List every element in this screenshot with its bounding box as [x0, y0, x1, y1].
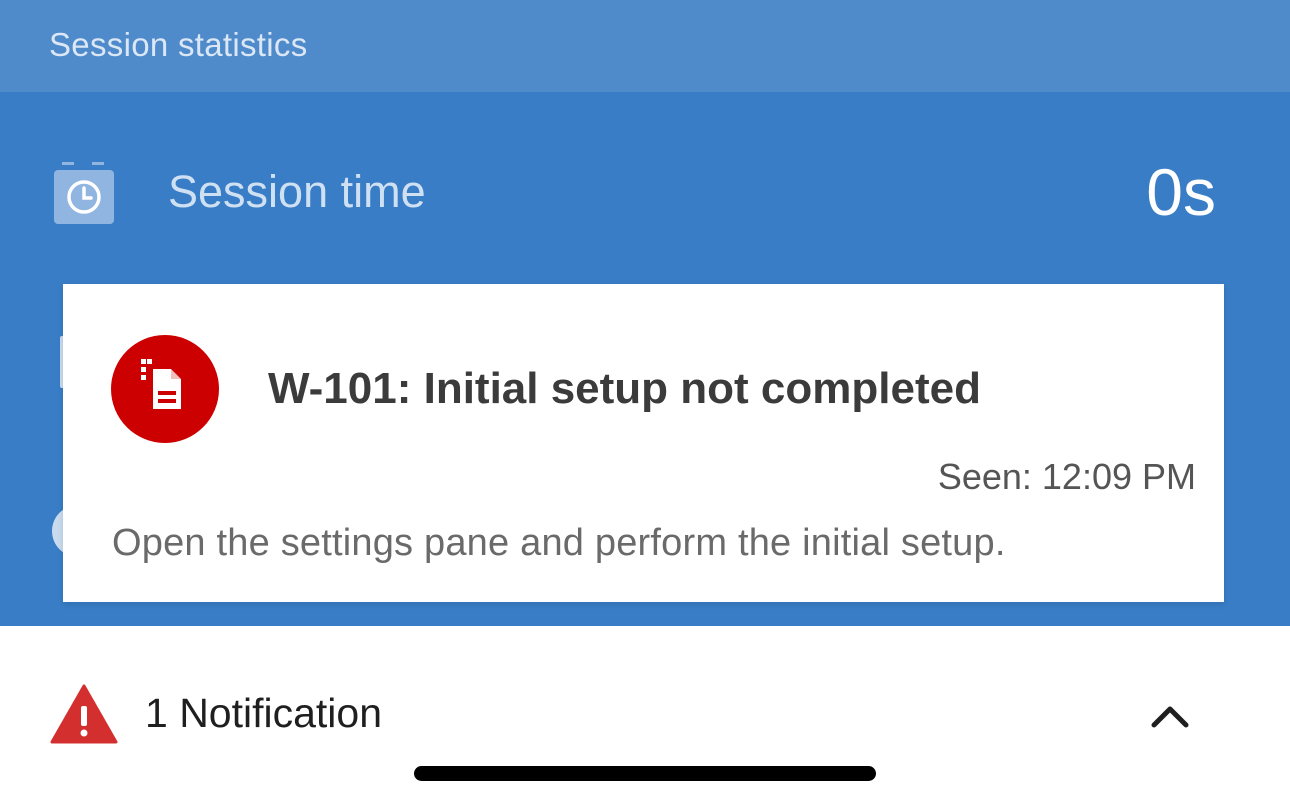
notification-message: Open the settings pane and perform the i… — [112, 522, 1006, 564]
notification-seen-time: Seen: 12:09 PM — [937, 456, 1196, 497]
header-bar: Session statistics — [0, 0, 1290, 92]
session-time-label: Session time — [168, 166, 426, 217]
notification-title: W-101: Initial setup not completed — [268, 364, 981, 413]
chevron-up-icon[interactable] — [1148, 700, 1192, 730]
notification-bar[interactable]: 1 Notification — [0, 626, 1290, 806]
page-title: Session statistics — [49, 26, 308, 63]
notification-count-label[interactable]: 1 Notification — [145, 690, 382, 737]
document-warning-icon — [111, 335, 219, 443]
warning-triangle-icon — [50, 684, 118, 744]
session-time-value: 0s — [1146, 155, 1216, 229]
home-indicator[interactable] — [414, 766, 876, 781]
app-screen: Session statistics Session time 0s W-101… — [0, 0, 1290, 806]
stopwatch-icon — [54, 162, 114, 224]
notification-card[interactable]: W-101: Initial setup not completed Seen:… — [63, 284, 1224, 602]
